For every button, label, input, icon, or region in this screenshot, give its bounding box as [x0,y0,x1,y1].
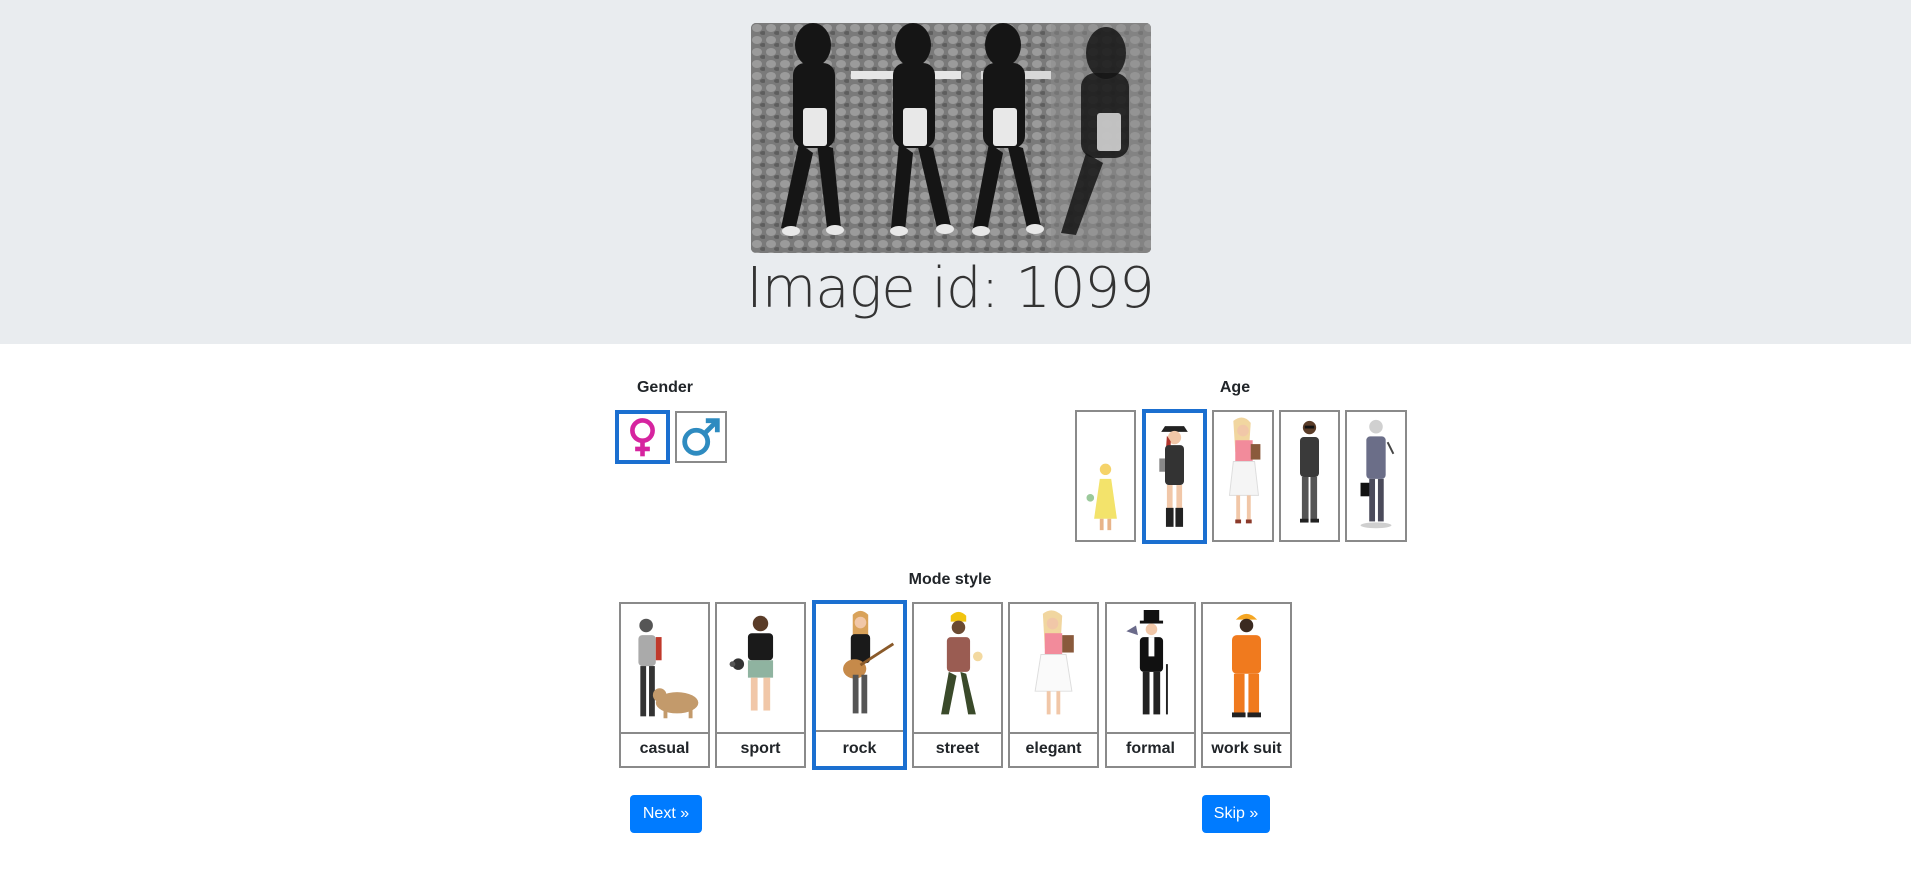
mode-style-label: Mode style [908,571,992,588]
style-option-sport[interactable]: sport [715,602,806,768]
person-image [751,23,1151,253]
gender-label: Gender [636,379,693,396]
work-suit-figure-icon [1203,604,1290,734]
style-label-rock: rock [842,740,877,757]
style-label-street: street [935,740,980,757]
style-option-rock[interactable]: rock [812,600,907,770]
child-figure-icon [1086,463,1117,531]
style-label-formal: formal [1126,740,1175,757]
senior-figure-icon [1360,419,1395,529]
style-label-work-suit: work suit [1211,740,1282,757]
formal-figure-icon [1107,604,1194,734]
rock-figure-icon [816,604,903,732]
image-id-title: Image id: 1099 [746,256,1155,321]
adult-figure-icon [1300,420,1319,523]
style-label-elegant: elegant [1025,740,1082,757]
female-symbol-icon [630,418,655,457]
image-header: Image id: 1099 [0,0,1911,344]
next-button[interactable]: Next » [630,795,702,833]
age-option-senior[interactable] [1345,410,1407,542]
style-option-street[interactable]: street [912,602,1003,768]
style-label-sport: sport [740,740,781,757]
elegant-figure-icon [1010,604,1097,734]
style-label-casual: casual [639,740,690,757]
skip-button[interactable]: Skip » [1202,795,1270,833]
style-option-work-suit[interactable]: work suit [1201,602,1292,768]
age-option-adult[interactable] [1279,410,1340,542]
street-figure-icon [914,604,1001,734]
gender-option-male[interactable] [675,411,727,463]
young-adult-figure-icon [1228,417,1261,524]
sport-figure-icon [717,604,804,734]
style-option-casual[interactable]: casual [619,602,710,768]
style-option-formal[interactable]: formal [1105,602,1196,768]
age-option-young-adult[interactable] [1212,410,1274,542]
teen-figure-icon [1159,426,1188,527]
gender-option-female[interactable] [615,410,670,464]
male-symbol-icon [682,418,720,456]
age-option-child[interactable] [1075,410,1136,542]
age-label: Age [1219,379,1251,396]
age-option-teen[interactable] [1142,409,1207,544]
casual-figure-icon [621,604,708,734]
style-option-elegant[interactable]: elegant [1008,602,1099,768]
